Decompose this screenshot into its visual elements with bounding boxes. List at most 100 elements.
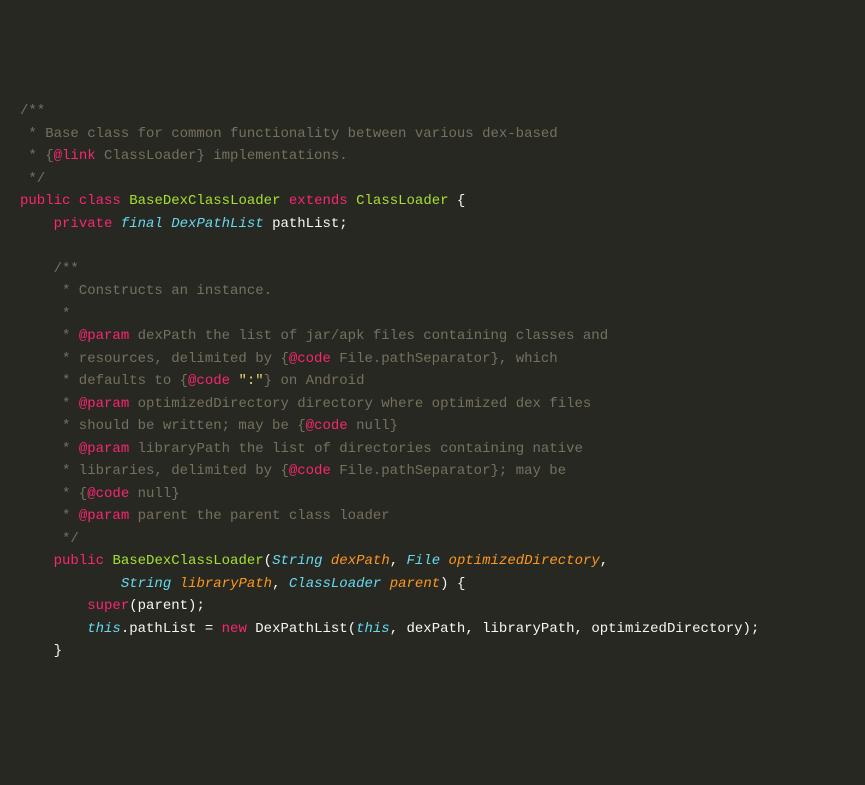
keyword-this: this <box>87 621 121 637</box>
code-line-blank <box>20 235 865 258</box>
comment-end: */ <box>20 171 45 187</box>
space <box>440 553 448 569</box>
param-name: optimizedDirectory <box>449 553 600 569</box>
code-line: * @param parent the parent class loader <box>20 505 865 528</box>
code-line: super(parent); <box>20 595 865 618</box>
string-literal: ":" <box>230 373 264 389</box>
comment-text: * Constructs an instance. <box>20 283 272 299</box>
constructor-name: BaseDexClassLoader <box>112 553 263 569</box>
indent <box>20 621 87 637</box>
code-line: * {@code null} <box>20 483 865 506</box>
comment-text: optimizedDirectory directory where optim… <box>129 396 591 412</box>
javadoc-tag-param: @param <box>79 396 129 412</box>
code-line: * @param libraryPath the list of directo… <box>20 438 865 461</box>
comma: , <box>600 553 608 569</box>
code-line: /** <box>20 100 865 123</box>
args: , dexPath, libraryPath, optimizedDirecto… <box>390 621 760 637</box>
comment-text: * Base class for common functionality be… <box>20 126 558 142</box>
space <box>171 576 179 592</box>
code-line: * Constructs an instance. <box>20 280 865 303</box>
keyword-this: this <box>356 621 390 637</box>
field-decl: pathList; <box>264 216 348 232</box>
comment-text: null} <box>129 486 179 502</box>
code-line: private final DexPathList pathList; <box>20 213 865 236</box>
comment-text: * defaults to { <box>20 373 188 389</box>
code-line: this.pathList = new DexPathList(this, de… <box>20 618 865 641</box>
code-line: * @param dexPath the list of jar/apk fil… <box>20 325 865 348</box>
comment-text: * resources, delimited by { <box>20 351 289 367</box>
javadoc-tag-code: @code <box>306 418 348 434</box>
javadoc-tag-code: @code <box>87 486 129 502</box>
javadoc-tag-code: @code <box>289 351 331 367</box>
code-line: } <box>20 640 865 663</box>
indent <box>20 598 87 614</box>
ctor-call: DexPathList( <box>247 621 356 637</box>
space <box>70 193 78 209</box>
code-line: */ <box>20 528 865 551</box>
comment-text: File.pathSeparator}, which <box>331 351 558 367</box>
type-name: DexPathList <box>171 216 263 232</box>
call: (parent); <box>129 598 205 614</box>
param-type: String <box>272 553 322 569</box>
code-line: public BaseDexClassLoader(String dexPath… <box>20 550 865 573</box>
space <box>112 216 120 232</box>
param-type: ClassLoader <box>289 576 381 592</box>
space <box>323 553 331 569</box>
code-line: String libraryPath, ClassLoader parent) … <box>20 573 865 596</box>
comment-text: * <box>20 396 79 412</box>
comma: , <box>272 576 289 592</box>
space <box>348 193 356 209</box>
assign: .pathList = <box>121 621 222 637</box>
comment-text: * libraries, delimited by { <box>20 463 289 479</box>
param-type: String <box>121 576 171 592</box>
comment-text: * should be written; may be { <box>20 418 306 434</box>
javadoc-tag-param: @param <box>79 328 129 344</box>
comment-start: /** <box>20 103 45 119</box>
code-line: * resources, delimited by {@code File.pa… <box>20 348 865 371</box>
keyword-super: super <box>87 598 129 614</box>
comment-text: * <box>20 441 79 457</box>
param-name: parent <box>390 576 440 592</box>
comment-text: parent the parent class loader <box>129 508 389 524</box>
comment-text: * <box>20 508 79 524</box>
code-line: * @param optimizedDirectory directory wh… <box>20 393 865 416</box>
javadoc-tag-param: @param <box>79 441 129 457</box>
code-editor: /** * Base class for common functionalit… <box>20 100 865 663</box>
keyword-class: class <box>79 193 121 209</box>
keyword-new: new <box>222 621 247 637</box>
brace: { <box>449 193 466 209</box>
superclass-name: ClassLoader <box>356 193 448 209</box>
code-line: /** <box>20 258 865 281</box>
space <box>163 216 171 232</box>
class-name: BaseDexClassLoader <box>129 193 280 209</box>
space <box>381 576 389 592</box>
comment-text: * { <box>20 148 54 164</box>
keyword-public: public <box>54 553 104 569</box>
javadoc-tag-param: @param <box>79 508 129 524</box>
comment-end: */ <box>20 531 79 547</box>
comment-text: * { <box>20 486 87 502</box>
indent <box>20 216 54 232</box>
param-name: libraryPath <box>180 576 272 592</box>
javadoc-tag-code: @code <box>188 373 230 389</box>
code-line: */ <box>20 168 865 191</box>
code-line: * {@link ClassLoader} implementations. <box>20 145 865 168</box>
comment-text: ClassLoader} implementations. <box>96 148 348 164</box>
param-type: File <box>407 553 441 569</box>
code-line: * Base class for common functionality be… <box>20 123 865 146</box>
comment-text: libraryPath the list of directories cont… <box>129 441 583 457</box>
code-line: * libraries, delimited by {@code File.pa… <box>20 460 865 483</box>
comment-text: dexPath the list of jar/apk files contai… <box>129 328 608 344</box>
javadoc-tag-link: @link <box>54 148 96 164</box>
comment-text: * <box>20 306 70 322</box>
keyword-extends: extends <box>289 193 348 209</box>
paren-brace: ) { <box>440 576 465 592</box>
space <box>280 193 288 209</box>
comment-text: null} <box>348 418 398 434</box>
keyword-private: private <box>54 216 113 232</box>
indent <box>20 576 121 592</box>
comment-text: File.pathSeparator}; may be <box>331 463 566 479</box>
keyword-final: final <box>121 216 163 232</box>
code-line: * defaults to {@code ":"} on Android <box>20 370 865 393</box>
comment-text: * <box>20 328 79 344</box>
